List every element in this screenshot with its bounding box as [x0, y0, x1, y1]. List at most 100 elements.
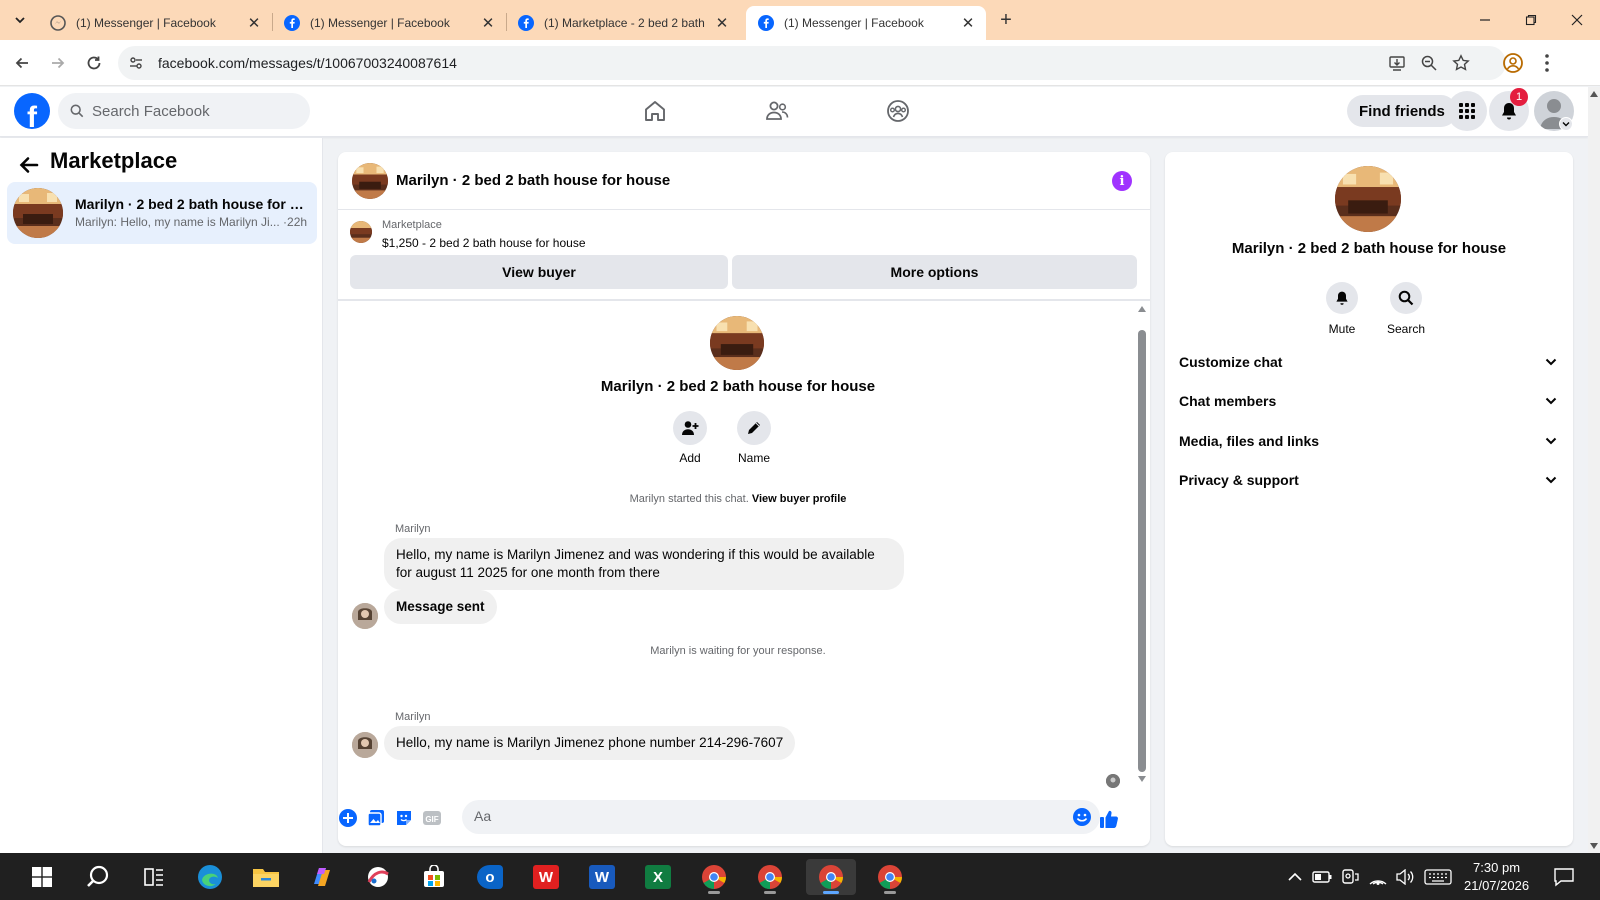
listing-price[interactable]: $1,250 - 2 bed 2 bath house for house — [382, 236, 586, 250]
home-icon — [645, 101, 665, 121]
edge-icon — [198, 865, 222, 889]
chat-scrollbar[interactable] — [1136, 304, 1148, 782]
account-chevron[interactable] — [1559, 117, 1573, 131]
conversation-item[interactable]: Marilyn · 2 bed 2 bath house for h... Ma… — [7, 182, 317, 244]
groups-icon — [887, 100, 909, 122]
address-bar[interactable]: facebook.com/messages/t/1006700324008761… — [118, 46, 1506, 80]
battery-icon[interactable] — [1312, 867, 1332, 887]
wifi-icon[interactable] — [1368, 867, 1388, 887]
tab-title: (1) Messenger | Facebook — [310, 16, 450, 30]
edge-app[interactable] — [190, 859, 230, 895]
sender-avatar[interactable] — [352, 732, 378, 758]
camera-icon[interactable] — [1340, 867, 1360, 887]
view-buyer-profile-link[interactable]: View buyer profile — [752, 493, 847, 505]
outlook-app[interactable]: o — [470, 859, 510, 895]
chrome-profile-app[interactable] — [750, 859, 790, 895]
name-chat-button[interactable]: Name — [729, 411, 779, 465]
volume-icon[interactable] — [1395, 867, 1415, 887]
excel-app[interactable]: X — [638, 859, 678, 895]
chat-title[interactable]: Marilyn · 2 bed 2 bath house for house — [396, 172, 670, 189]
snipping-tool-app[interactable] — [358, 859, 398, 895]
plus-circle-icon — [339, 809, 357, 827]
friends-icon — [766, 101, 789, 120]
copilot-app[interactable] — [302, 859, 342, 895]
page-scrollbar[interactable] — [1588, 87, 1600, 853]
install-app-icon — [1389, 56, 1405, 71]
customize-chat-section[interactable]: Customize chat — [1179, 344, 1559, 380]
message-bubble[interactable]: Message sent — [384, 590, 497, 624]
conversation-snippet: Marilyn: Hello, my name is Marilyn Ji...… — [75, 215, 308, 229]
nav-groups[interactable] — [884, 97, 912, 125]
search-label: Search — [1386, 322, 1426, 336]
start-button[interactable] — [22, 859, 62, 895]
mute-button[interactable]: Mute — [1314, 282, 1370, 336]
nav-home[interactable] — [641, 97, 669, 125]
find-friends-button[interactable]: Find friends — [1347, 95, 1457, 127]
taskbar-search-button[interactable] — [78, 859, 118, 895]
browser-tab-active[interactable]: (1) Messenger | Facebook ✕ — [746, 6, 986, 40]
emoji-icon[interactable] — [1072, 807, 1092, 827]
close-tab-icon[interactable]: ✕ — [246, 15, 262, 32]
back-button[interactable] — [10, 51, 34, 75]
add-people-button[interactable]: Add — [665, 411, 715, 465]
notification-center-button[interactable] — [1552, 867, 1576, 887]
message-input[interactable] — [474, 808, 1054, 824]
chrome-other-profile-app[interactable] — [870, 859, 910, 895]
chat-members-section[interactable]: Chat members — [1179, 383, 1559, 419]
reload-button[interactable] — [82, 51, 106, 75]
browser-tab[interactable]: (1) Messenger | Facebook ✕ — [272, 6, 506, 40]
attach-photo-button[interactable] — [366, 808, 386, 828]
task-view-button[interactable] — [134, 859, 174, 895]
message-bubble[interactable]: Hello, my name is Marilyn Jimenez and wa… — [384, 538, 904, 590]
keyboard-icon[interactable] — [1424, 867, 1452, 887]
browser-tab[interactable]: (1) Messenger | Facebook ✕ — [38, 6, 272, 40]
sticker-button[interactable] — [394, 808, 414, 828]
tab-search-button[interactable] — [8, 8, 32, 32]
chat-started-notice: Marilyn started this chat. View buyer pr… — [629, 493, 847, 505]
store-app[interactable] — [414, 859, 454, 895]
plus-button[interactable] — [338, 808, 358, 828]
more-options-button[interactable]: More options — [732, 255, 1137, 289]
close-tab-icon[interactable]: ✕ — [960, 15, 976, 32]
search-input[interactable] — [92, 102, 292, 120]
word-app[interactable]: W — [582, 859, 622, 895]
browser-tab[interactable]: (1) Marketplace - 2 bed 2 bath ✕ — [506, 6, 740, 40]
search-conversation-button[interactable]: Search — [1378, 282, 1434, 336]
close-tab-icon[interactable]: ✕ — [714, 15, 730, 32]
chevron-down-icon — [1545, 476, 1557, 484]
menu-button[interactable] — [1447, 91, 1487, 131]
wps-office-app[interactable]: W — [526, 859, 566, 895]
chrome-app[interactable] — [694, 859, 734, 895]
chrome-icon — [702, 865, 726, 889]
chat-avatar[interactable] — [352, 163, 388, 199]
media-files-links-section[interactable]: Media, files and links — [1179, 423, 1559, 459]
nav-friends[interactable] — [763, 97, 791, 125]
pencil-icon — [748, 422, 760, 434]
view-buyer-button[interactable]: View buyer — [350, 255, 728, 289]
gif-button[interactable]: GIF — [422, 808, 442, 828]
message-bubble[interactable]: Hello, my name is Marilyn Jimenez phone … — [384, 726, 796, 760]
like-button[interactable] — [1098, 808, 1120, 830]
back-arrow-icon[interactable] — [16, 152, 42, 178]
chrome-active-app[interactable] — [806, 859, 856, 895]
privacy-support-section[interactable]: Privacy & support — [1179, 462, 1559, 498]
system-clock[interactable]: 7:30 pm 21/07/2026 — [1464, 859, 1529, 895]
bookmark-star-icon — [1452, 54, 1470, 71]
sender-avatar[interactable] — [352, 603, 378, 629]
info-icon[interactable]: i — [1112, 171, 1132, 191]
facebook-logo[interactable]: f — [14, 93, 50, 129]
restore-button[interactable] — [1508, 0, 1554, 40]
close-window-button[interactable] — [1554, 0, 1600, 40]
facebook-header: f Find friends 1 — [0, 87, 1588, 137]
file-explorer-app[interactable] — [246, 859, 286, 895]
listing-label: Marketplace — [382, 219, 442, 231]
show-hidden-icons-button[interactable] — [1285, 867, 1305, 887]
reload-icon — [87, 56, 101, 70]
message-input-container[interactable] — [462, 800, 1100, 834]
zoom-icon — [1421, 55, 1437, 71]
close-tab-icon[interactable]: ✕ — [480, 15, 496, 32]
facebook-search[interactable] — [58, 93, 310, 129]
minimize-button[interactable] — [1462, 0, 1508, 40]
new-tab-button[interactable]: + — [994, 8, 1018, 32]
forward-button[interactable] — [46, 51, 70, 75]
